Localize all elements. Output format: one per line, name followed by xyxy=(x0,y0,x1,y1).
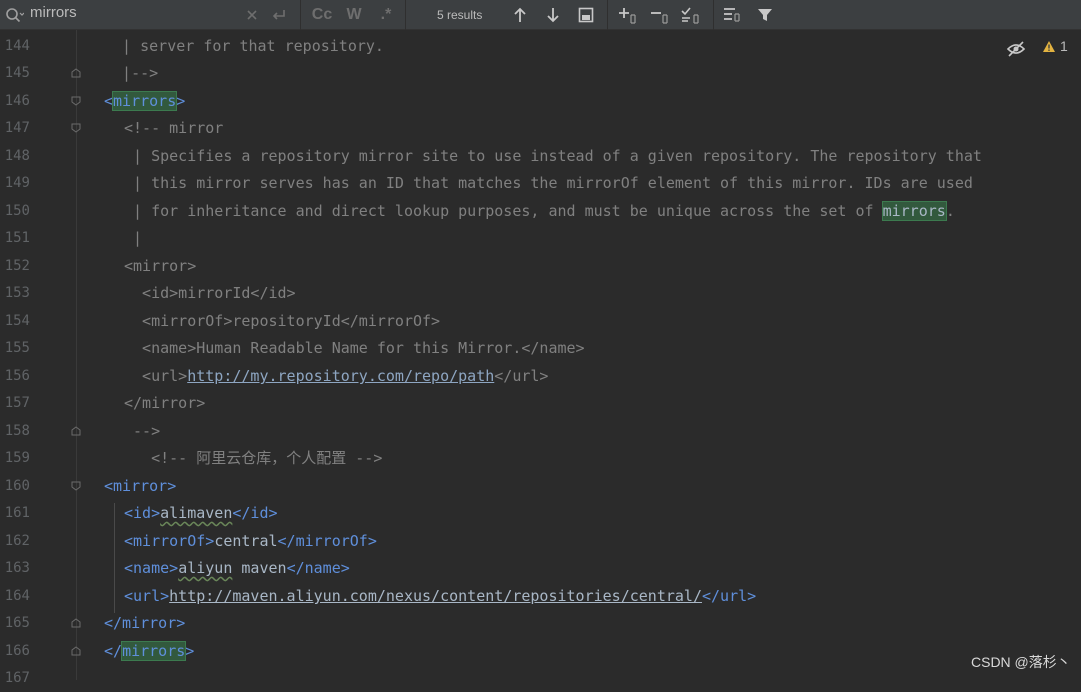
search-icon[interactable] xyxy=(4,6,24,24)
search-match: mirrors xyxy=(881,201,947,221)
code-line-158: --> xyxy=(124,422,161,440)
fold-start-icon[interactable] xyxy=(71,96,81,106)
line-number: 144 xyxy=(4,38,30,54)
code-line-155: <name>Human Readable Name for this Mirro… xyxy=(124,339,585,357)
line-number: 163 xyxy=(4,560,30,576)
code-line-161: <id>alimaven</id> xyxy=(124,504,278,522)
line-number: 159 xyxy=(4,450,30,466)
code-line-154: <mirrorOf>repositoryId</mirrorOf> xyxy=(124,312,441,330)
filter-icon[interactable] xyxy=(754,0,776,30)
code-line-162: <mirrorOf>central</mirrorOf> xyxy=(124,532,377,550)
fold-end-icon[interactable] xyxy=(71,646,81,656)
code-line-151: | xyxy=(124,229,143,247)
line-number: 156 xyxy=(4,368,30,384)
watermark: CSDN @落杉丶 xyxy=(971,654,1071,670)
line-number: 167 xyxy=(4,670,30,686)
fold-end-icon[interactable] xyxy=(71,618,81,628)
fold-end-icon[interactable] xyxy=(71,68,81,78)
code-line-159: <!-- 阿里云仓库，个人配置 --> xyxy=(124,449,383,467)
search-input[interactable]: mirrors xyxy=(30,3,77,23)
filter-search-icon[interactable] xyxy=(722,0,744,30)
line-number: 165 xyxy=(4,615,30,631)
line-number: 152 xyxy=(4,258,30,274)
url-link[interactable]: http://maven.aliyun.com/nexus/content/re… xyxy=(169,587,702,605)
code-line-148: | Specifies a repository mirror site to … xyxy=(124,147,982,165)
fold-start-icon[interactable] xyxy=(71,123,81,133)
code-line-152: <mirror> xyxy=(124,257,197,275)
results-count: 5 results xyxy=(437,8,483,22)
line-number: 148 xyxy=(4,148,30,164)
warning-icon xyxy=(1043,40,1055,52)
line-number: 146 xyxy=(4,93,30,109)
code-line-163: <name>aliyun maven</name> xyxy=(124,559,350,577)
code-line-157: </mirror> xyxy=(124,394,206,412)
url-link[interactable]: http://my.repository.com/repo/path xyxy=(187,367,494,385)
line-number: 145 xyxy=(4,65,30,81)
code-line-164: <url>http://maven.aliyun.com/nexus/conte… xyxy=(124,587,757,605)
code-line-147: <!-- mirror xyxy=(124,119,224,137)
line-number: 162 xyxy=(4,533,30,549)
line-number: 160 xyxy=(4,478,30,494)
search-match: mirrors xyxy=(112,91,178,111)
close-icon[interactable] xyxy=(242,0,262,30)
select-all-occurrences-icon[interactable] xyxy=(680,0,704,30)
find-toolbar: mirrors Cc W .* 5 results xyxy=(0,0,1081,30)
words-button[interactable]: W xyxy=(343,0,365,30)
line-number: 166 xyxy=(4,643,30,659)
code-line-153: <id>mirrorId</id> xyxy=(124,284,296,302)
line-number: 150 xyxy=(4,203,30,219)
fold-start-icon[interactable] xyxy=(71,481,81,491)
line-number: 151 xyxy=(4,230,30,246)
search-match: mirrors xyxy=(121,641,187,661)
line-number: 149 xyxy=(4,175,30,191)
fold-end-icon[interactable] xyxy=(71,426,81,436)
add-occurrence-icon[interactable] xyxy=(617,0,641,30)
eye-hidden-icon[interactable] xyxy=(1006,40,1026,58)
replace-icon[interactable] xyxy=(268,0,290,30)
code-line-150: | for inheritance and direct lookup purp… xyxy=(124,201,955,221)
remove-occurrence-icon[interactable] xyxy=(649,0,673,30)
code-line-146: <mirrors> xyxy=(104,91,186,111)
line-number: 161 xyxy=(4,505,30,521)
warnings-indicator[interactable]: 1 xyxy=(1042,38,1068,54)
line-number: 147 xyxy=(4,120,30,136)
line-number: 155 xyxy=(4,340,30,356)
code-line-149: | this mirror serves has an ID that matc… xyxy=(124,174,973,192)
arrow-down-icon[interactable] xyxy=(542,0,564,30)
warning-count: 1 xyxy=(1060,38,1068,54)
code-line-160: <mirror> xyxy=(104,477,177,495)
code-line-144: | server for that repository. xyxy=(104,37,384,55)
code-line-166: </mirrors> xyxy=(104,641,195,661)
line-number: 158 xyxy=(4,423,30,439)
regex-button[interactable]: .* xyxy=(375,0,397,30)
line-number: 154 xyxy=(4,313,30,329)
code-line-156: <url>http://my.repository.com/repo/path<… xyxy=(124,367,549,385)
match-case-button[interactable]: Cc xyxy=(309,0,335,30)
select-all-icon[interactable] xyxy=(575,0,597,30)
code-line-145: |--> xyxy=(104,64,159,82)
line-number: 153 xyxy=(4,285,30,301)
arrow-up-icon[interactable] xyxy=(509,0,531,30)
line-number: 157 xyxy=(4,395,30,411)
line-number: 164 xyxy=(4,588,30,604)
code-line-165: </mirror> xyxy=(104,614,186,632)
